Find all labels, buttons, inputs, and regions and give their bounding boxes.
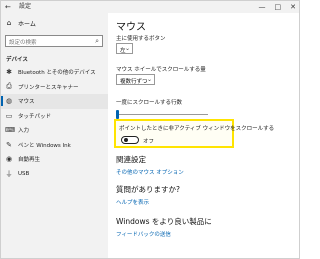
slider-track xyxy=(116,114,208,115)
sidebar-item-bluetooth[interactable]: ✱ Bluetooth とその他のデバイス xyxy=(1,65,108,80)
lines-to-scroll-slider[interactable] xyxy=(116,110,208,119)
get-help-link[interactable]: ヘルプを表示 xyxy=(116,198,149,206)
more-mouse-options-link[interactable]: その他のマウス オプション xyxy=(116,168,184,176)
usb-icon: ⏚ xyxy=(5,169,13,178)
sidebar-item-label: USB xyxy=(18,170,30,177)
settings-window: ← 設定 — □ ✕ ⌂ ホーム 設定の検索 ⌕ デバイス ✱ Bluetoot… xyxy=(0,0,300,259)
sidebar: ⌂ ホーム 設定の検索 ⌕ デバイス ✱ Bluetooth とその他のデバイス… xyxy=(1,13,108,258)
sidebar-item-typing[interactable]: ⌨ 入力 xyxy=(1,123,108,138)
title-bar: ← 設定 — □ ✕ xyxy=(1,1,299,13)
give-feedback-link[interactable]: フィードバックの送信 xyxy=(116,230,171,238)
inactive-scroll-toggle[interactable] xyxy=(121,136,139,144)
sidebar-item-autoplay[interactable]: ◉ 自動再生 xyxy=(1,152,108,167)
sidebar-item-home[interactable]: ⌂ ホーム xyxy=(5,18,36,28)
sidebar-item-usb[interactable]: ⏚ USB xyxy=(1,167,108,182)
chevron-down-icon: ⌄ xyxy=(124,45,130,52)
sidebar-item-label: タッチパッド xyxy=(18,113,52,120)
bluetooth-icon: ✱ xyxy=(6,68,12,77)
sidebar-item-label: マウス xyxy=(18,99,35,106)
close-icon[interactable]: ✕ xyxy=(290,2,296,12)
wheel-scroll-dropdown[interactable]: 複数行ずつ ⌄ xyxy=(116,74,155,85)
maximize-icon[interactable]: □ xyxy=(275,2,282,12)
sidebar-item-touchpad[interactable]: ▭ タッチパッド xyxy=(1,109,108,124)
slider-thumb[interactable] xyxy=(116,110,119,119)
back-arrow-icon[interactable]: ← xyxy=(5,2,11,12)
window-title: 設定 xyxy=(19,3,32,10)
page-title: マウス xyxy=(116,22,146,33)
minimize-icon[interactable]: — xyxy=(259,2,266,12)
chevron-down-icon: ⌄ xyxy=(146,76,152,83)
primary-button-dropdown[interactable]: 左 ⌄ xyxy=(116,43,133,54)
lines-to-scroll-label: 一度にスクロールする行数 xyxy=(116,100,183,106)
search-icon[interactable]: ⌕ xyxy=(95,37,99,46)
search-placeholder: 設定の検索 xyxy=(9,40,37,46)
wheel-scroll-value: 複数行ずつ xyxy=(120,78,148,85)
sidebar-item-label: プリンターとスキャナー xyxy=(18,84,79,91)
sidebar-section-heading: デバイス xyxy=(6,57,28,63)
wheel-scroll-label: マウス ホイールでスクロールする量 xyxy=(116,67,206,73)
autoplay-icon: ◉ xyxy=(5,155,13,164)
primary-button-label: 主に使用するボタン xyxy=(116,36,166,42)
sidebar-item-label: 入力 xyxy=(18,128,30,135)
sidebar-item-label: ペンと Windows Ink xyxy=(18,142,71,149)
home-icon: ⌂ xyxy=(6,19,12,27)
sidebar-item-mouse[interactable]: ◍ マウス xyxy=(1,94,108,109)
inactive-scroll-setting: ポイントしたときに非アクティブ ウィンドウをスクロールする オフ xyxy=(114,119,274,148)
sidebar-nav: ✱ Bluetooth とその他のデバイス ⎙ プリンターとスキャナー ◍ マウ… xyxy=(1,65,108,181)
related-settings-heading: 関連設定 xyxy=(116,155,146,164)
printer-icon: ⎙ xyxy=(6,82,12,91)
toggle-state-label: オフ xyxy=(143,139,155,145)
main-content: マウス 主に使用するボタン 左 ⌄ マウス ホイールでスクロールする量 複数行ず… xyxy=(108,13,299,258)
search-input[interactable]: 設定の検索 ⌕ xyxy=(5,35,103,47)
toggle-knob xyxy=(123,138,128,143)
mouse-icon: ◍ xyxy=(5,97,13,106)
keyboard-icon: ⌨ xyxy=(5,126,16,135)
touchpad-icon: ▭ xyxy=(5,111,13,120)
sidebar-item-label: 自動再生 xyxy=(18,157,41,164)
window-controls: — □ ✕ xyxy=(259,2,297,12)
pen-icon: ✎ xyxy=(6,140,12,149)
improve-windows-heading: Windows をより良い製品に xyxy=(116,217,212,226)
sidebar-item-label: ホーム xyxy=(18,20,36,28)
sidebar-item-printers[interactable]: ⎙ プリンターとスキャナー xyxy=(1,80,108,95)
inactive-scroll-label: ポイントしたときに非アクティブ ウィンドウをスクロールする xyxy=(119,126,275,132)
help-heading: 質問がありますか? xyxy=(116,185,180,194)
sidebar-item-pen[interactable]: ✎ ペンと Windows Ink xyxy=(1,138,108,153)
sidebar-item-label: Bluetooth とその他のデバイス xyxy=(18,70,96,77)
